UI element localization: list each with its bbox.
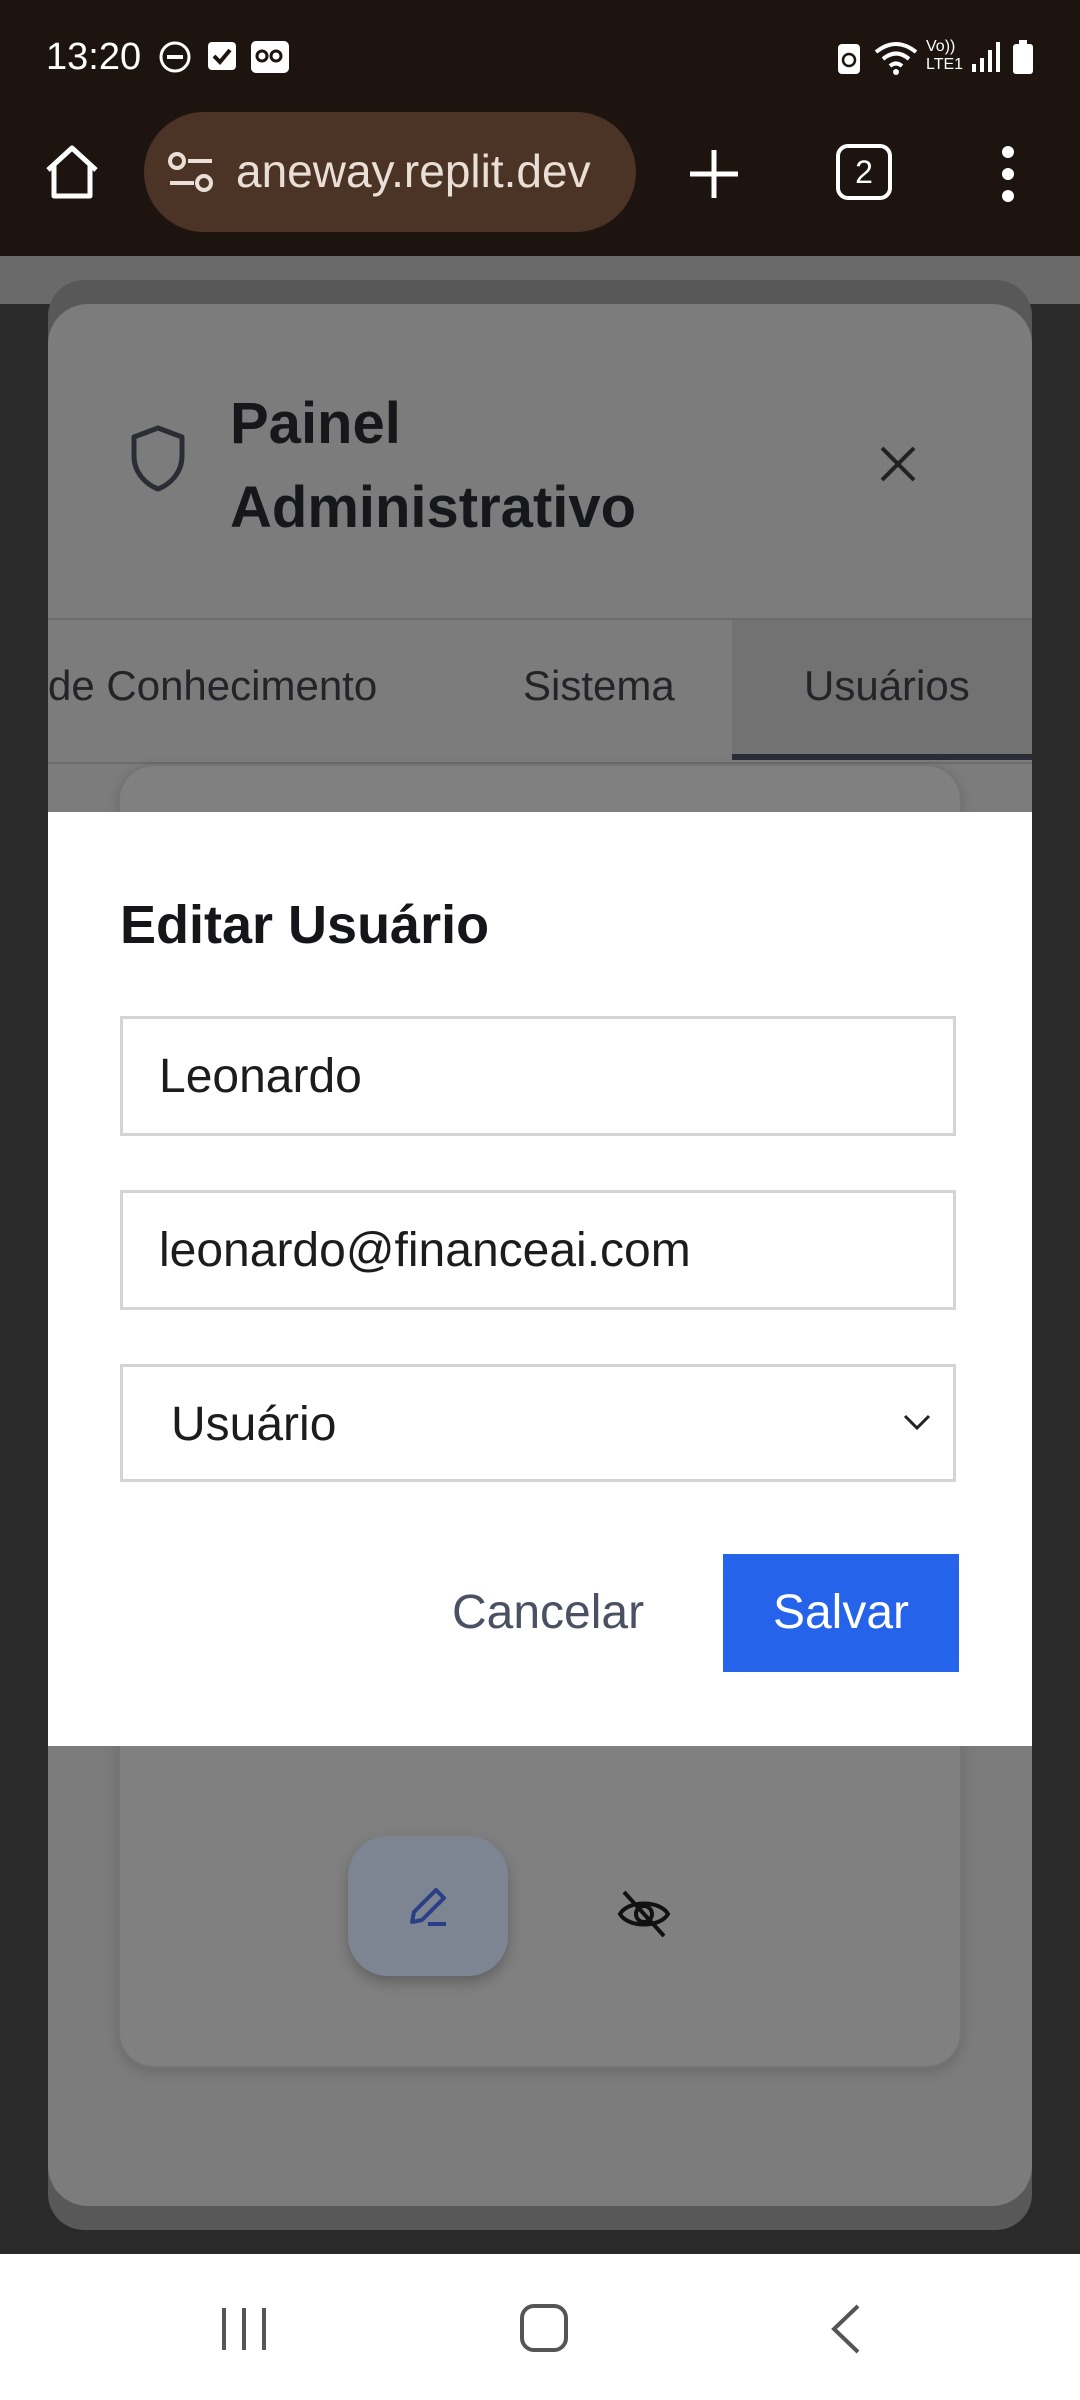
home-nav-icon xyxy=(520,2304,568,2352)
status-time: 13:20 xyxy=(46,36,142,78)
new-tab-button[interactable] xyxy=(686,146,742,202)
home-icon xyxy=(46,145,98,199)
toggle-visibility-button[interactable] xyxy=(616,1886,672,1942)
site-settings-icon[interactable] xyxy=(166,150,216,199)
close-icon xyxy=(880,446,916,482)
do-not-disturb-icon xyxy=(158,40,192,79)
tab-knowledge-base[interactable]: de Conhecimento xyxy=(48,662,377,710)
battery-icon xyxy=(1012,40,1034,81)
battery-saver-icon xyxy=(836,40,862,81)
volte-icon: Vo)) LTE1 xyxy=(926,38,964,73)
tab-active-indicator xyxy=(732,754,1032,760)
url-text[interactable]: aneway.replit.dev xyxy=(236,144,591,198)
pencil-icon xyxy=(410,1888,446,1926)
plus-icon xyxy=(690,150,738,198)
signal-icon xyxy=(970,40,1004,79)
chevron-down-icon xyxy=(903,1413,931,1436)
more-vertical-icon xyxy=(1002,146,1014,202)
back-icon xyxy=(831,2304,860,2354)
tab-system[interactable]: Sistema xyxy=(523,662,675,710)
admin-panel-title: Painel Administrativo xyxy=(230,391,637,540)
browser-menu-button[interactable] xyxy=(994,144,1022,204)
system-navigation-bar xyxy=(0,2254,1080,2400)
address-bar[interactable]: aneway.replit.dev xyxy=(144,112,636,232)
checkbox-icon xyxy=(206,40,238,77)
tab-switcher-button[interactable]: 2 xyxy=(836,144,892,200)
edit-user-dialog: Editar Usuário Usuário Cancelar Salvar xyxy=(48,812,1032,1746)
close-button[interactable] xyxy=(878,444,918,484)
name-input[interactable] xyxy=(120,1016,956,1136)
recent-apps-button[interactable] xyxy=(216,2304,272,2354)
dialog-title: Editar Usuário xyxy=(120,895,490,955)
wifi-icon xyxy=(874,40,918,81)
role-select-value: Usuário xyxy=(171,1398,337,1451)
eye-off-icon xyxy=(617,1890,671,1938)
edit-user-button[interactable] xyxy=(348,1836,508,1976)
shield-icon xyxy=(128,424,188,499)
tab-users[interactable]: Usuários xyxy=(804,662,970,710)
home-button[interactable] xyxy=(40,140,104,204)
save-button[interactable]: Salvar xyxy=(723,1554,959,1672)
home-nav-button[interactable] xyxy=(518,2302,570,2354)
admin-tabs: de Conhecimento Sistema Usuários xyxy=(48,618,1032,764)
email-input[interactable] xyxy=(120,1190,956,1310)
voicemail-icon xyxy=(250,40,290,79)
back-button[interactable] xyxy=(826,2302,866,2356)
recent-apps-icon xyxy=(222,2308,266,2350)
tab-count: 2 xyxy=(855,154,873,190)
role-select[interactable]: Usuário xyxy=(120,1364,956,1482)
status-bar: 13:20 Vo)) LTE1 xyxy=(0,0,1080,120)
cancel-button[interactable]: Cancelar xyxy=(408,1554,688,1672)
